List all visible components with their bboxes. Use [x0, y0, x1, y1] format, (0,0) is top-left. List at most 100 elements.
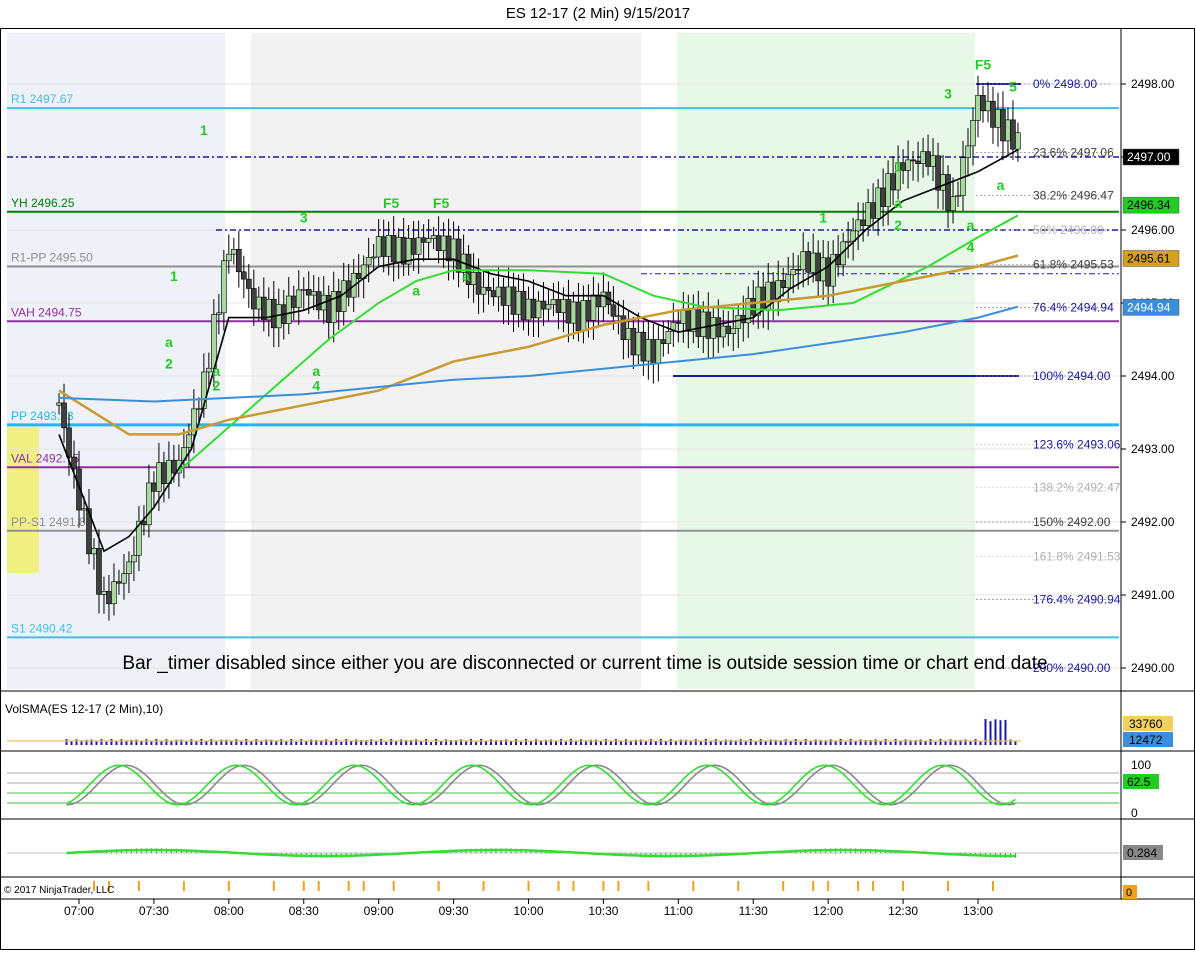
session-tick-mark	[812, 881, 815, 891]
price-bar-body	[515, 291, 522, 315]
volume-bar	[814, 739, 817, 745]
volume-bar	[714, 739, 717, 745]
price-bar-body	[226, 253, 232, 262]
session-tick-mark	[137, 881, 140, 891]
price-bar-body	[370, 256, 377, 259]
price-bar-body	[425, 238, 432, 243]
session-tick-mark	[527, 881, 530, 891]
price-axis-label: 2491.00	[1131, 588, 1175, 602]
volume-bar	[525, 739, 528, 745]
volume-bar	[534, 739, 537, 745]
fib-label: 76.4% 2494.94	[1033, 300, 1114, 314]
price-bar-body	[735, 314, 742, 329]
price-bar-body	[400, 237, 407, 265]
wave-label: 3	[944, 86, 952, 102]
price-bar-body	[305, 289, 312, 296]
price-bar-body	[550, 299, 557, 305]
price-bar-body	[260, 296, 267, 321]
volume-bar	[529, 741, 532, 745]
price-bar-body	[805, 251, 811, 273]
session-tick-mark	[347, 881, 350, 891]
wave-label: F5	[383, 195, 400, 211]
volume-bar	[400, 739, 403, 745]
copyright-label: © 2017 NinjaTrader, LLC	[4, 885, 114, 896]
wave-label: a	[212, 363, 220, 379]
wave-label: 1	[170, 268, 178, 284]
price-bar-body	[595, 294, 602, 308]
price-bar-body	[860, 219, 866, 226]
price-bar-body	[845, 240, 851, 243]
price-bar-body	[625, 328, 632, 341]
volume-bar	[325, 739, 328, 745]
fib-label: 138.2% 2492.47	[1033, 481, 1121, 495]
volume-bar	[485, 741, 488, 745]
price-bar-body	[690, 309, 697, 332]
chart-svg[interactable]: R1 2497.67 YH 2496.25 R1-PP 2495.50 VAH 249…	[1, 29, 1195, 949]
price-bar-body	[655, 339, 662, 365]
price-bar-body	[390, 235, 397, 263]
price-badge-label: 2494.94	[1127, 300, 1171, 314]
price-badge-label: 2495.61	[1127, 251, 1171, 265]
session-tick-mark	[182, 881, 185, 891]
price-bar-body	[395, 237, 402, 263]
macd-badge-label: 0.284	[1127, 846, 1157, 860]
volume-bar	[190, 739, 193, 745]
volume-bar	[744, 741, 747, 745]
fib-label: 0% 2498.00	[1033, 77, 1097, 91]
volume-bar	[699, 741, 702, 745]
volume-bar	[979, 741, 982, 745]
volume-bar	[574, 741, 577, 745]
price-bar-body	[695, 309, 702, 337]
price-bar-body	[335, 291, 342, 312]
session-tick-mark	[317, 881, 320, 891]
chart-title: ES 12-17 (2 Min) 9/15/2017	[505, 5, 691, 22]
price-bar-body	[905, 159, 911, 171]
wave-label: 3	[300, 210, 308, 226]
price-bar-body	[256, 296, 262, 310]
volume-bar	[1009, 739, 1012, 745]
time-axis-label: 12:30	[888, 904, 918, 918]
volume-bar	[245, 739, 248, 745]
price-bar-body	[300, 289, 307, 291]
session-tick-mark	[647, 881, 650, 891]
volume-bar	[649, 739, 652, 745]
price-bar-body	[710, 317, 717, 339]
volume-bar	[145, 739, 148, 745]
volume-bar	[285, 741, 288, 745]
price-bar-body	[990, 100, 996, 128]
volume-bar	[844, 741, 847, 745]
price-bar-body	[630, 328, 637, 356]
price-bar-body	[365, 257, 372, 266]
volume-bar	[794, 739, 797, 745]
price-bar-body	[580, 300, 587, 332]
volume-bar	[849, 739, 852, 745]
price-bar-body	[940, 174, 946, 191]
price-bar-body	[795, 269, 802, 271]
session-tick-mark	[482, 881, 485, 891]
price-bar-body	[585, 300, 592, 321]
oscillator-signal-line	[66, 764, 1016, 806]
volume-bar	[250, 741, 253, 745]
price-bar-body	[440, 235, 447, 252]
price-bar-body	[490, 290, 497, 298]
price-bar-body	[985, 100, 991, 112]
fib-label: 38.2% 2496.47	[1033, 189, 1114, 203]
price-bar-body	[285, 295, 292, 324]
price-bar-body	[530, 298, 537, 319]
wave-label: a	[462, 268, 470, 284]
afternoon-shade	[677, 33, 975, 689]
level-label: YH 2496.25	[11, 196, 75, 210]
price-bar-body	[925, 151, 931, 167]
volume-panel-label: VolSMA(ES 12-17 (2 Min),10)	[5, 702, 163, 716]
volume-bar	[90, 739, 93, 745]
session-tick-mark	[437, 881, 440, 891]
price-bar-body	[965, 145, 971, 158]
price-bar-body	[640, 331, 647, 362]
fib-label: 161.8% 2491.53	[1033, 549, 1121, 563]
price-bar-body	[770, 281, 777, 303]
volume-bar	[934, 741, 937, 745]
volume-bar	[704, 739, 707, 745]
volume-bar	[240, 741, 243, 745]
volume-bar	[694, 739, 697, 745]
volume-bar	[919, 739, 922, 745]
